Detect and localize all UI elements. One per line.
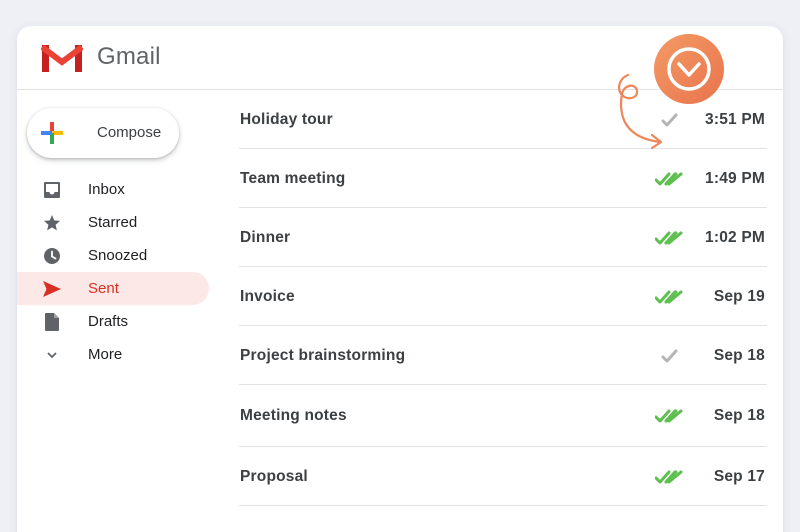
gmail-logo-icon [41,44,83,72]
email-time: 3:51 PM [705,111,765,128]
double-check-icon [655,171,683,189]
double-check-icon [655,289,683,307]
email-row[interactable]: Dinner 1:02 PM [239,208,767,267]
email-subject: Holiday tour [240,111,333,128]
email-list: Holiday tour 3:51 PM Team meeting 1:49 PM Di… [239,90,767,506]
sidebar-item-label: Drafts [88,313,129,330]
clock-icon [44,248,60,264]
sidebar-item-starred[interactable]: Starred [17,206,209,239]
star-icon [44,215,60,231]
email-subject: Proposal [240,468,308,485]
email-subject: Meeting notes [240,407,347,424]
email-time: Sep 19 [713,288,765,305]
sidebar-item-drafts[interactable]: Drafts [17,305,209,338]
double-check-icon [655,408,683,426]
email-row[interactable]: Meeting notes Sep 18 [239,385,767,447]
inbox-icon [44,182,60,198]
sidebar-item-sent[interactable]: Sent [17,272,209,305]
sidebar-item-inbox[interactable]: Inbox [17,173,209,206]
sidebar-item-label: Sent [88,280,119,297]
email-time: 1:02 PM [705,229,765,246]
email-time: Sep 18 [713,407,765,424]
sidebar-item-label: Snoozed [88,247,148,264]
plus-icon [41,122,63,144]
sidebar-nav: Inbox Starred Snoozed Sent Drafts More [17,173,209,371]
email-subject: Project brainstorming [240,347,406,364]
email-subject: Dinner [240,229,291,246]
email-row[interactable]: Team meeting 1:49 PM [239,149,767,208]
email-row[interactable]: Invoice Sep 19 [239,267,767,326]
send-icon [43,281,61,297]
email-subject: Team meeting [240,170,346,187]
sidebar-item-label: More [88,346,123,363]
sidebar-item-snoozed[interactable]: Snoozed [17,239,209,272]
draft-icon [45,313,59,331]
compose-button[interactable]: Compose [27,108,179,158]
gmail-window: Gmail Compose Inbox Starred Snoozed Sent… [17,26,783,532]
email-time: Sep 17 [713,468,765,485]
email-time: Sep 18 [713,347,765,364]
email-row[interactable]: Proposal Sep 17 [239,447,767,506]
double-check-icon [655,230,683,248]
sidebar-item-label: Inbox [88,181,125,198]
sidebar-item-label: Starred [88,214,138,231]
double-check-icon [655,469,683,487]
email-row[interactable]: Project brainstorming Sep 18 [239,326,767,385]
app-title: Gmail [97,43,161,70]
sidebar-item-more[interactable]: More [17,338,209,371]
single-check-icon [661,349,678,363]
email-time: 1:49 PM [705,170,765,187]
email-subject: Invoice [240,288,295,305]
compose-label: Compose [97,124,162,141]
read-receipt-badge-icon [654,34,724,104]
chevron-down-icon [47,352,57,359]
